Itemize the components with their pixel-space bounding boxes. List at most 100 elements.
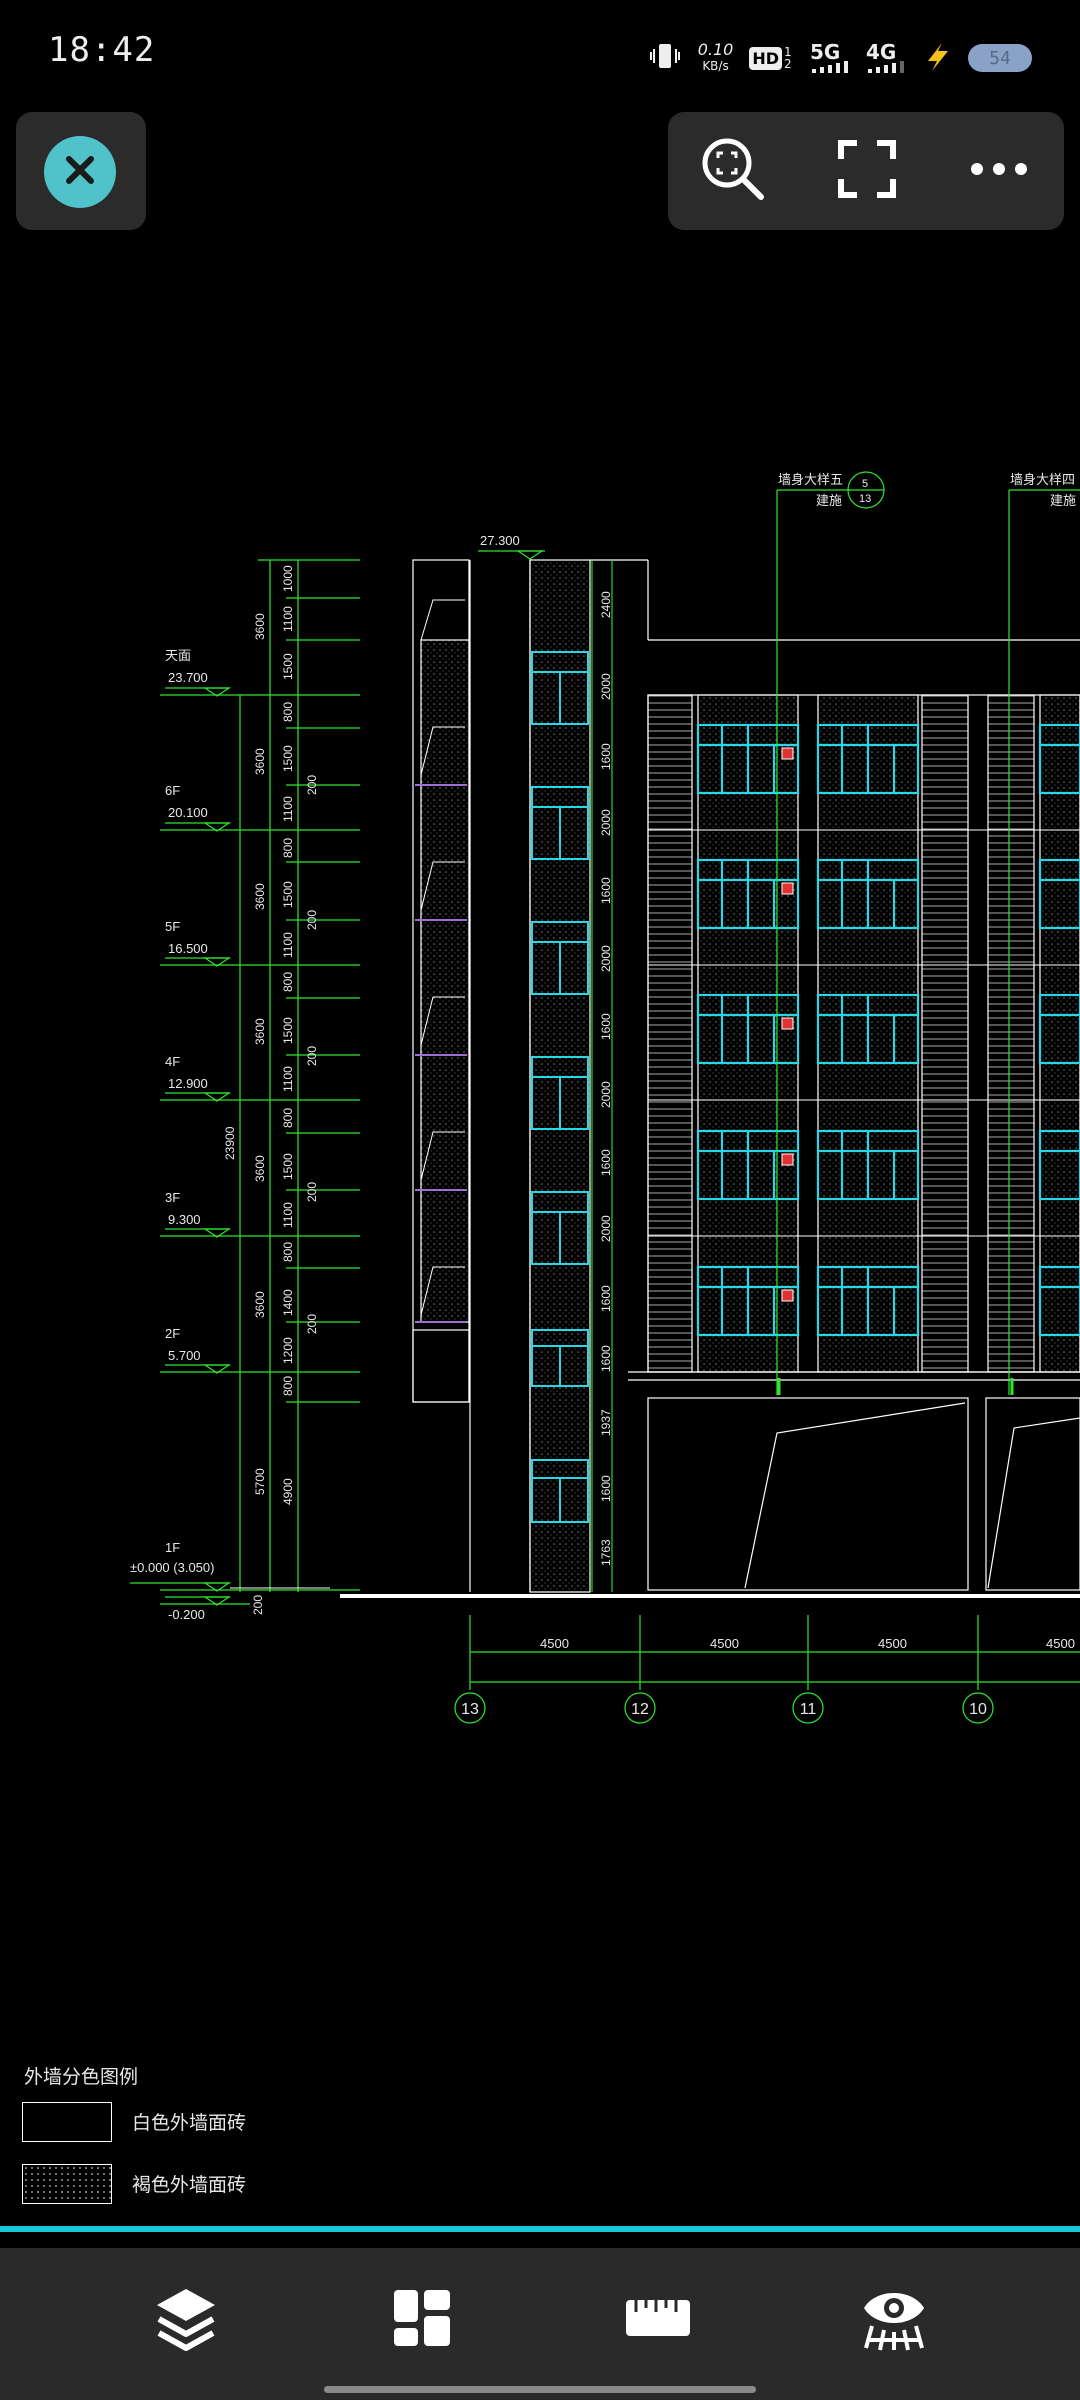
dim-text: 200: [305, 1046, 319, 1066]
dim-text: 3600: [253, 748, 267, 775]
home-indicator[interactable]: [324, 2386, 756, 2393]
hd-voice-icon: HD 1 2: [749, 46, 794, 70]
dim-text: 3600: [253, 1018, 267, 1045]
network-type-2: 4G: [866, 40, 897, 64]
level-name: 6F: [165, 783, 180, 798]
level-elev: ±0.000 (3.050): [130, 1560, 214, 1575]
dim-text: 1600: [599, 1149, 613, 1176]
net-speed: 0.10 KB/s: [698, 42, 734, 74]
level-name: 2F: [165, 1326, 180, 1341]
top-elevation: 27.300: [480, 533, 520, 548]
dim-text: 800: [281, 1242, 295, 1262]
dim-text: 800: [281, 702, 295, 722]
bay-dim: 4500: [710, 1636, 739, 1651]
total-height-dim: 23900: [223, 1126, 237, 1160]
dim-text: 1100: [281, 1202, 295, 1228]
dim-text: 1500: [281, 1017, 295, 1044]
dim-text: 1500: [281, 1153, 295, 1180]
close-icon: [60, 150, 100, 194]
dim-text: 1600: [599, 1013, 613, 1040]
status-time: 18:42: [48, 30, 156, 70]
dim-text: 1000: [281, 565, 295, 592]
status-icons: 0.10 KB/s HD 1 2 5G 4G 54: [648, 36, 1032, 80]
layout-button[interactable]: [374, 2272, 470, 2368]
level-name: 4F: [165, 1054, 180, 1069]
bay-dim: 4500: [1046, 1636, 1075, 1651]
dim-text: 800: [281, 1376, 295, 1396]
dim-text: 1100: [281, 932, 295, 958]
dim-text: 2000: [599, 809, 613, 836]
axis-label: 11: [800, 1701, 817, 1718]
dim-text: 800: [281, 1108, 295, 1128]
dim-text: 1100: [281, 1066, 295, 1092]
net-speed-value: 0.10: [697, 40, 734, 59]
bay-dim: 4500: [540, 1636, 569, 1651]
zoom-extent-button[interactable]: [690, 128, 776, 214]
dim-text: 200: [251, 1595, 265, 1615]
level-elev: 16.500: [168, 941, 208, 956]
fullscreen-button[interactable]: [824, 128, 910, 214]
level-elev: 23.700: [168, 670, 208, 685]
zoom-extent-icon: [697, 133, 769, 209]
dim-text: 1600: [599, 1285, 613, 1312]
close-button[interactable]: [44, 136, 116, 208]
detail-callout-den: 13: [859, 493, 871, 505]
axis-label: 13: [461, 1701, 479, 1718]
dim-text: 1500: [281, 745, 295, 772]
vibrate-icon: [648, 39, 682, 78]
hd-label: HD: [749, 46, 782, 70]
detail-callout-label: 墙身大样四: [1010, 472, 1075, 487]
layout-icon: [390, 2286, 454, 2354]
dim-text: 2000: [599, 1215, 613, 1242]
dim-text: 4900: [281, 1478, 295, 1505]
axis-label: 12: [631, 1701, 649, 1718]
signal-5g-icon: 5G: [810, 40, 850, 73]
legend-title: 外墙分色图例: [24, 2066, 139, 2088]
dim-text: 1100: [281, 796, 295, 822]
eye-viewer-icon: [858, 2282, 930, 2358]
sim-index: 1 2: [784, 45, 792, 71]
dim-text: 200: [305, 1314, 319, 1334]
ground-elev: -0.200: [168, 1607, 205, 1622]
level-elev: 9.300: [168, 1212, 201, 1227]
accent-divider: [0, 2226, 1080, 2232]
dim-text: 2000: [599, 945, 613, 972]
level-name: 3F: [165, 1190, 180, 1205]
dim-text: 2400: [599, 591, 613, 618]
dim-text: 5700: [253, 1468, 267, 1495]
level-name: 1F: [165, 1540, 180, 1555]
axis-label: 10: [969, 1701, 987, 1718]
network-type-1: 5G: [810, 40, 841, 64]
dim-text: 800: [281, 972, 295, 992]
more-button[interactable]: [956, 128, 1042, 214]
dim-text: 1200: [281, 1337, 295, 1364]
legend-label: 褐色外墙面砖: [132, 2174, 247, 2196]
dim-text: 1600: [599, 743, 613, 770]
measure-button[interactable]: [610, 2272, 706, 2368]
layers-button[interactable]: [138, 2272, 234, 2368]
dim-text: 3600: [253, 883, 267, 910]
dim-text: 1937: [599, 1409, 613, 1436]
level-elev: 12.900: [168, 1076, 208, 1091]
cad-drawing-canvas[interactable]: 天面 23.700 6F 20.100 5F 16.500 4F 12.900 …: [0, 0, 1080, 2400]
level-name: 天面: [165, 648, 191, 663]
legend-swatch-white: [22, 2102, 112, 2142]
layers-icon: [151, 2283, 221, 2357]
dim-text: 2000: [599, 673, 613, 700]
detail-callout-sub: 建施: [816, 493, 842, 508]
fast-charging-icon: [922, 41, 952, 76]
ruler-icon: [622, 2294, 694, 2346]
dim-text: 3600: [253, 1291, 267, 1318]
legend-swatch-brown: [22, 2164, 112, 2204]
detail-callout-sub: 建施: [1050, 493, 1076, 508]
detail-callout-num: 5: [862, 478, 868, 490]
level-name: 5F: [165, 919, 180, 934]
signal-4g-icon: 4G: [866, 40, 906, 73]
dim-text: 200: [305, 910, 319, 930]
legend-label: 白色外墙面砖: [132, 2112, 247, 2134]
status-bar: 18:42 0.10 KB/s HD 1 2 5G 4G 54: [0, 0, 1080, 110]
dim-text: 1600: [599, 1345, 613, 1372]
dim-text: 800: [281, 838, 295, 858]
viewer-button[interactable]: [846, 2272, 942, 2368]
more-icon: [967, 159, 1031, 183]
